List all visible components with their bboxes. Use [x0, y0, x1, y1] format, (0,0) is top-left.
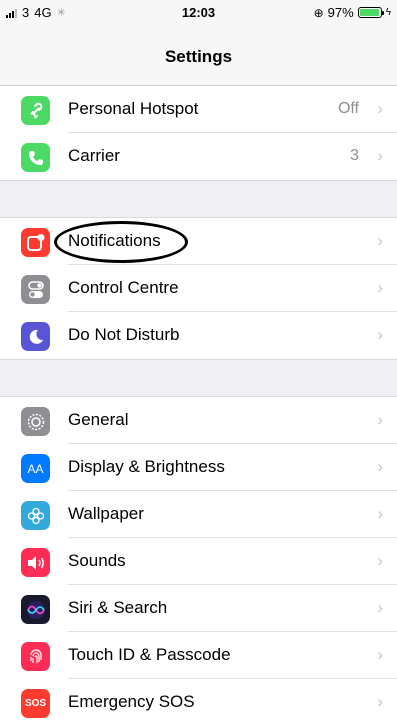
siri-icon: [21, 595, 50, 624]
settings-group-device: General › AA Display & Brightness › Wall…: [0, 397, 397, 726]
hotspot-icon: [21, 96, 50, 125]
settings-row-display-brightness[interactable]: AA Display & Brightness ›: [0, 444, 397, 491]
settings-row-emergency-sos[interactable]: SOS Emergency SOS ›: [0, 679, 397, 726]
speaker-icon: [21, 548, 50, 577]
chevron-right-icon: ›: [377, 551, 383, 570]
settings-row-label: Carrier: [68, 146, 120, 165]
settings-list[interactable]: Personal Hotspot Off › Carrier 3 › Notif…: [0, 86, 397, 726]
orientation-lock-icon: ⊕: [313, 5, 324, 20]
fingerprint-icon: [21, 642, 50, 671]
settings-row-label: Display & Brightness: [68, 457, 225, 476]
battery-icon: [357, 7, 384, 18]
settings-row-value: Off: [337, 100, 359, 117]
toggles-icon: [21, 275, 50, 304]
settings-group-alerts: Notifications › Control Centre › Do Not …: [0, 218, 397, 359]
status-right: ⊕ 97% ϟ: [314, 5, 391, 20]
settings-group-network: Personal Hotspot Off › Carrier 3 ›: [0, 86, 397, 180]
settings-row-carrier[interactable]: Carrier 3 ›: [0, 133, 397, 180]
chevron-right-icon: ›: [377, 504, 383, 523]
battery-percent: 97%: [327, 5, 354, 20]
settings-row-control-centre[interactable]: Control Centre ›: [0, 265, 397, 312]
settings-row-do-not-disturb[interactable]: Do Not Disturb ›: [0, 312, 397, 359]
gear-icon: [21, 407, 50, 436]
navigation-bar: Settings: [0, 26, 397, 86]
settings-row-label: Personal Hotspot: [68, 99, 199, 118]
notifications-icon: [21, 228, 50, 257]
settings-row-label: General: [68, 410, 129, 429]
chevron-right-icon: ›: [377, 410, 383, 429]
status-bar: 3 4G ✳ 12:03 ⊕ 97% ϟ: [0, 0, 397, 26]
moon-icon: [21, 322, 50, 351]
charging-icon: ϟ: [385, 7, 391, 18]
chevron-right-icon: ›: [377, 645, 383, 664]
chevron-right-icon: ›: [377, 325, 383, 344]
settings-row-label: Emergency SOS: [68, 692, 195, 711]
chevron-right-icon: ›: [377, 457, 383, 476]
settings-row-label: Control Centre: [68, 278, 179, 297]
settings-row-label: Wallpaper: [68, 504, 144, 523]
settings-row-touch-id-passcode[interactable]: Touch ID & Passcode ›: [0, 632, 397, 679]
settings-row-wallpaper[interactable]: Wallpaper ›: [0, 491, 397, 538]
section-spacer: [0, 359, 397, 397]
chevron-right-icon: ›: [377, 278, 383, 297]
chevron-right-icon: ›: [377, 598, 383, 617]
chevron-right-icon: ›: [377, 146, 383, 165]
settings-row-personal-hotspot[interactable]: Personal Hotspot Off ›: [0, 86, 397, 133]
section-spacer: [0, 180, 397, 218]
phone-icon: [21, 143, 50, 172]
settings-row-notifications[interactable]: Notifications ›: [0, 218, 397, 265]
text-size-icon: AA: [21, 454, 50, 483]
settings-row-general[interactable]: General ›: [0, 397, 397, 444]
chevron-right-icon: ›: [377, 99, 383, 118]
page-title: Settings: [164, 47, 233, 66]
settings-row-value: 3: [350, 147, 359, 164]
settings-row-siri-search[interactable]: Siri & Search ›: [0, 585, 397, 632]
chevron-right-icon: ›: [377, 231, 383, 250]
settings-row-label: Sounds: [68, 551, 126, 570]
settings-row-label: Touch ID & Passcode: [68, 645, 231, 664]
settings-row-label: Siri & Search: [68, 598, 168, 617]
flower-icon: [21, 501, 50, 530]
settings-row-label: Notifications: [68, 231, 161, 250]
settings-row-sounds[interactable]: Sounds ›: [0, 538, 397, 585]
battery-fill: [359, 9, 380, 16]
icon-text: AA: [27, 461, 44, 476]
chevron-right-icon: ›: [377, 692, 383, 711]
settings-row-label: Do Not Disturb: [68, 325, 180, 344]
